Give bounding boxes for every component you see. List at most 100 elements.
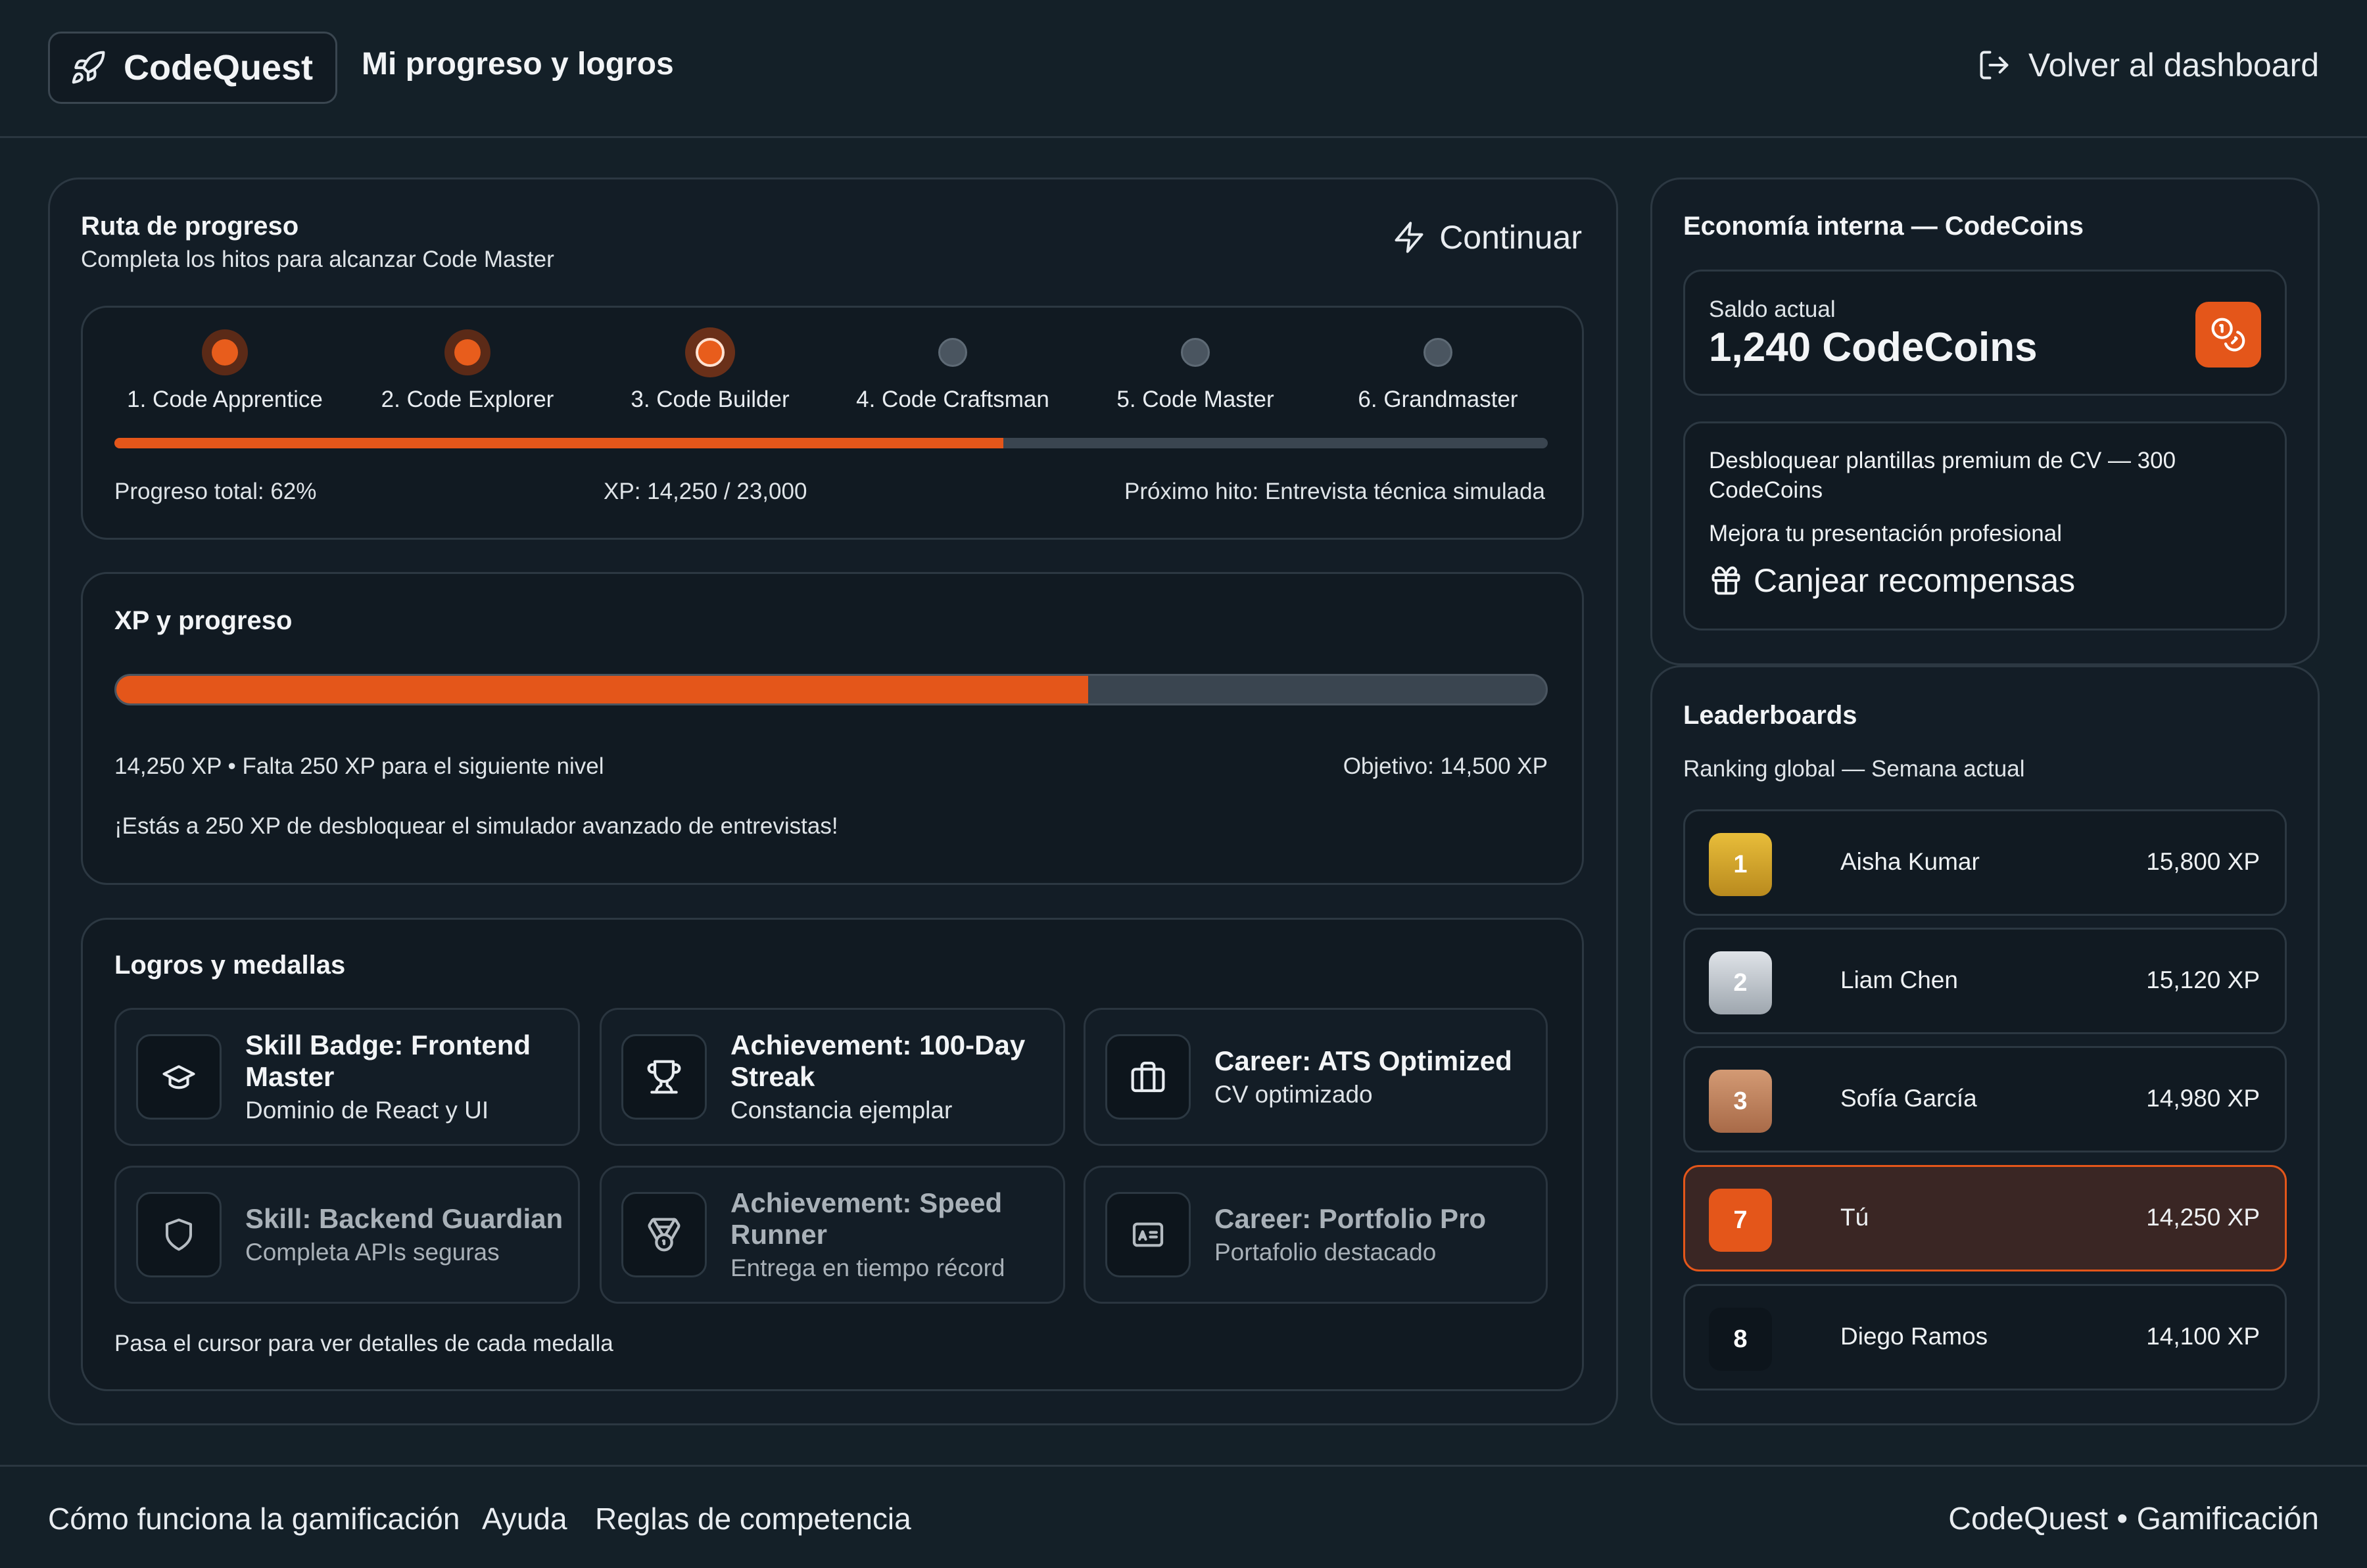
medals-title: Logros y medallas: [114, 951, 346, 980]
leaderboard-row[interactable]: 1 Aisha Kumar 15,800 XP: [1683, 809, 2287, 916]
medal-title: Achievement: Speed Runner: [730, 1187, 1003, 1250]
leaderboard-row[interactable]: 8 Diego Ramos 14,100 XP: [1683, 1284, 2287, 1390]
medal-backend-guardian[interactable]: Skill: Backend Guardian Completa APIs se…: [114, 1166, 580, 1304]
rank-badge: 8: [1709, 1308, 1772, 1371]
player-xp: 14,980 XP: [2146, 1085, 2260, 1112]
step-locked-marker: [938, 338, 967, 367]
xp-title: XP y progreso: [114, 606, 293, 635]
player-name: Diego Ramos: [1840, 1323, 1988, 1350]
player-name: Tú: [1840, 1204, 1869, 1231]
economy-title: Economía interna — CodeCoins: [1683, 212, 2084, 241]
route-progress-bar: [114, 438, 1548, 448]
log-out-icon: [1977, 48, 2011, 82]
top-bar: CodeQuest Mi progreso y logros Volver al…: [0, 0, 2367, 138]
footer-link-gamification[interactable]: Cómo funciona la gamificación: [48, 1501, 460, 1536]
reward-card: Desbloquear plantillas premium de CV — 3…: [1683, 421, 2287, 630]
medal-desc: Portafolio destacado: [1214, 1239, 1437, 1266]
medal-100-day-streak[interactable]: Achievement: 100-Day Streak Constancia e…: [600, 1008, 1065, 1146]
footer-link-rules[interactable]: Reglas de competencia: [595, 1501, 911, 1536]
medals-hint: Pasa el cursor para ver detalles de cada…: [114, 1331, 613, 1356]
leaderboard-row[interactable]: 3 Sofía García 14,980 XP: [1683, 1046, 2287, 1152]
leaderboard-subtitle: Ranking global — Semana actual: [1683, 756, 2025, 782]
continue-label: Continuar: [1439, 219, 1582, 256]
medal-portfolio-pro[interactable]: Career: Portfolio Pro Portafolio destaca…: [1084, 1166, 1548, 1304]
balance-card: Saldo actual 1,240 CodeCoins: [1683, 270, 2287, 396]
route-step-3[interactable]: 3. Code Builder: [588, 325, 832, 413]
player-name: Aisha Kumar: [1840, 848, 1980, 875]
medal-desc: Completa APIs seguras: [245, 1239, 500, 1266]
rocket-icon: [70, 49, 107, 86]
medal-title: Skill Badge: Frontend Master: [245, 1030, 531, 1092]
footer-tagline: CodeQuest • Gamificación: [1948, 1502, 2319, 1536]
medal-desc: Dominio de React y UI: [245, 1097, 489, 1124]
footer: Cómo funciona la gamificación Ayuda Regl…: [0, 1465, 2367, 1568]
balance-label: Saldo actual: [1709, 297, 1836, 322]
redeem-label: Canjear recompensas: [1754, 562, 2076, 599]
route-step-4[interactable]: 4. Code Craftsman: [831, 325, 1074, 413]
continue-button[interactable]: Continuar: [1392, 218, 1582, 256]
shield-icon: [136, 1192, 222, 1277]
step-done-marker: [202, 329, 248, 375]
leaderboard-row[interactable]: 2 Liam Chen 15,120 XP: [1683, 928, 2287, 1034]
rank-badge: 1: [1709, 833, 1772, 896]
route-step-2[interactable]: 2. Code Explorer: [346, 325, 589, 413]
coins-button[interactable]: [2195, 302, 2261, 368]
player-xp: 15,800 XP: [2146, 848, 2260, 875]
route-subtitle: Completa los hitos para alcanzar Code Ma…: [81, 247, 554, 272]
xp-status: 14,250 XP • Falta 250 XP para el siguien…: [114, 753, 604, 779]
back-link-label: Volver al dashboard: [2028, 47, 2319, 83]
route-total-progress: Progreso total: 62%: [114, 479, 317, 504]
footer-link-help[interactable]: Ayuda: [482, 1501, 567, 1536]
route-title: Ruta de progreso: [81, 212, 299, 241]
xp-progress-bar: [114, 674, 1548, 705]
rank-badge: 3: [1709, 1070, 1772, 1133]
step-label: 5. Code Master: [1116, 387, 1274, 412]
player-xp: 15,120 XP: [2146, 966, 2260, 993]
step-done-marker: [444, 329, 490, 375]
xp-progress-fill: [116, 676, 1089, 703]
medal-speed-runner[interactable]: Achievement: Speed Runner Entrega en tie…: [600, 1166, 1065, 1304]
player-xp: 14,100 XP: [2146, 1323, 2260, 1350]
back-to-dashboard-link[interactable]: Volver al dashboard: [1977, 46, 2319, 84]
coins-icon: [2210, 316, 2247, 353]
route-step-5[interactable]: 5. Code Master: [1074, 325, 1317, 413]
medal-desc: CV optimizado: [1214, 1081, 1373, 1108]
briefcase-icon: [1105, 1034, 1191, 1120]
medal-title: Achievement: 100-Day Streak: [730, 1030, 1026, 1092]
gift-icon: [1709, 563, 1743, 598]
rank-badge: 2: [1709, 951, 1772, 1014]
brand-logo[interactable]: CodeQuest: [48, 32, 337, 104]
player-name: Sofía García: [1840, 1085, 1977, 1112]
balance-value: 1,240 CodeCoins: [1709, 325, 2038, 370]
medal-desc: Constancia ejemplar: [730, 1097, 953, 1124]
medal-icon: [621, 1192, 707, 1277]
medals-card: [81, 918, 1584, 1391]
step-label: 4. Code Craftsman: [856, 387, 1049, 412]
route-next-milestone: Próximo hito: Entrevista técnica simulad…: [1124, 479, 1545, 504]
route-steps: 1. Code Apprentice 2. Code Explorer 3. C…: [103, 325, 1563, 417]
medal-frontend-master[interactable]: Skill Badge: Frontend Master Dominio de …: [114, 1008, 580, 1146]
trophy-icon: [621, 1034, 707, 1120]
step-label: 1. Code Apprentice: [127, 387, 323, 412]
medal-title: Skill: Backend Guardian: [245, 1203, 563, 1234]
medal-desc: Entrega en tiempo récord: [730, 1254, 1005, 1281]
step-current-marker: [685, 327, 735, 377]
player-xp: 14,250 XP: [2146, 1204, 2260, 1231]
medal-ats-optimized[interactable]: Career: ATS Optimized CV optimizado: [1084, 1008, 1548, 1146]
route-step-1[interactable]: 1. Code Apprentice: [103, 325, 347, 413]
player-name: Liam Chen: [1840, 966, 1958, 993]
reward-title: Desbloquear plantillas premium de CV — 3…: [1709, 448, 2176, 503]
redeem-button[interactable]: Canjear recompensas: [1709, 561, 2075, 600]
brand-name: CodeQuest: [124, 48, 314, 87]
reward-desc: Mejora tu presentación profesional: [1709, 521, 2062, 546]
step-label: 2. Code Explorer: [381, 387, 554, 412]
step-locked-marker: [1423, 338, 1452, 367]
step-label: 3. Code Builder: [631, 387, 790, 412]
route-step-6[interactable]: 6. Grandmaster: [1316, 325, 1560, 413]
rank-badge: 7: [1709, 1189, 1772, 1252]
graduation-cap-icon: [136, 1034, 222, 1120]
leaderboard-row-current-user[interactable]: 7 Tú 14,250 XP: [1683, 1165, 2287, 1271]
id-card-icon: [1105, 1192, 1191, 1277]
medal-title: Career: Portfolio Pro: [1214, 1203, 1487, 1234]
route-progress-fill: [114, 438, 1003, 448]
